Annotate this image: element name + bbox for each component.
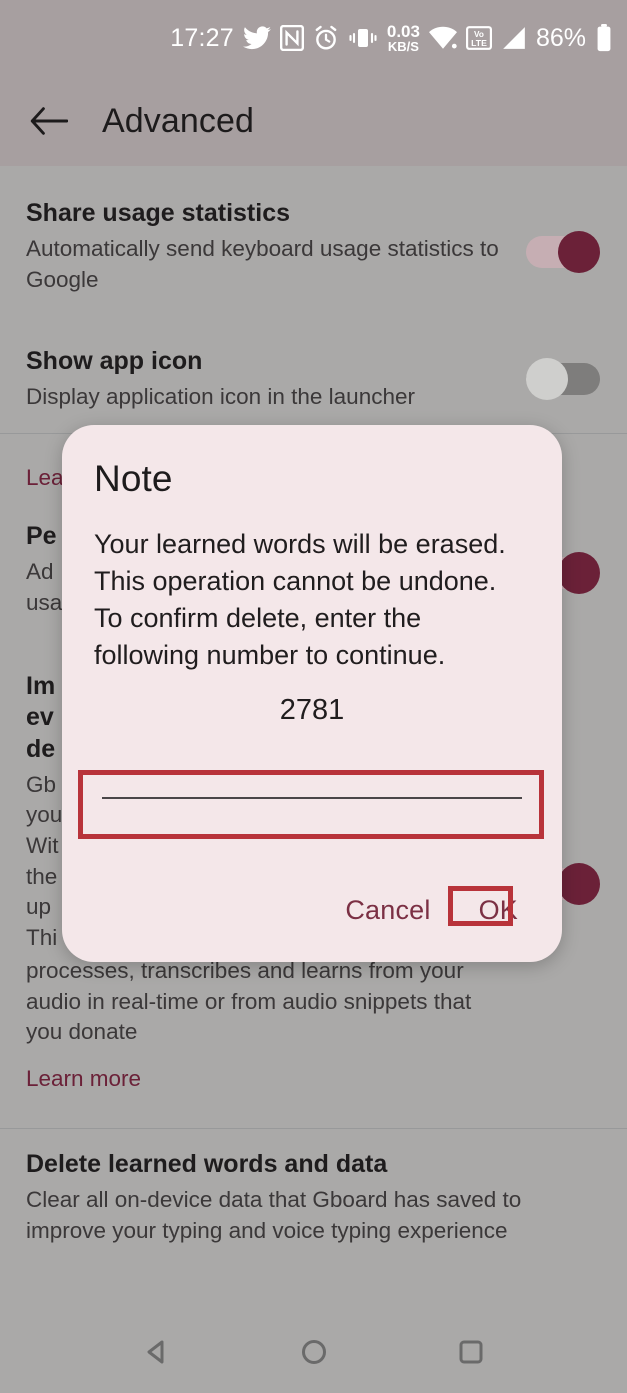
confirm-number-input[interactable] — [102, 742, 522, 799]
note-dialog: Note Your learned words will be erased. … — [62, 425, 562, 962]
dialog-button-row: Cancel OK — [331, 887, 532, 934]
nav-recents-icon[interactable] — [441, 1322, 501, 1382]
dialog-confirm-number: 2781 — [279, 693, 345, 726]
dialog-title: Note — [94, 458, 173, 499]
phone-screen: 17:27 0.03 KB/S Vo LTE 86% Advanced Shar… — [0, 0, 627, 1393]
dialog-message: Your learned words will be erased. This … — [94, 528, 506, 670]
cancel-button[interactable]: Cancel — [331, 887, 444, 934]
nav-home-icon[interactable] — [284, 1322, 344, 1382]
nav-back-icon[interactable] — [127, 1322, 187, 1382]
dialog-input-wrap — [94, 741, 530, 799]
system-nav-bar — [0, 1311, 627, 1393]
ok-button[interactable]: OK — [465, 887, 532, 934]
